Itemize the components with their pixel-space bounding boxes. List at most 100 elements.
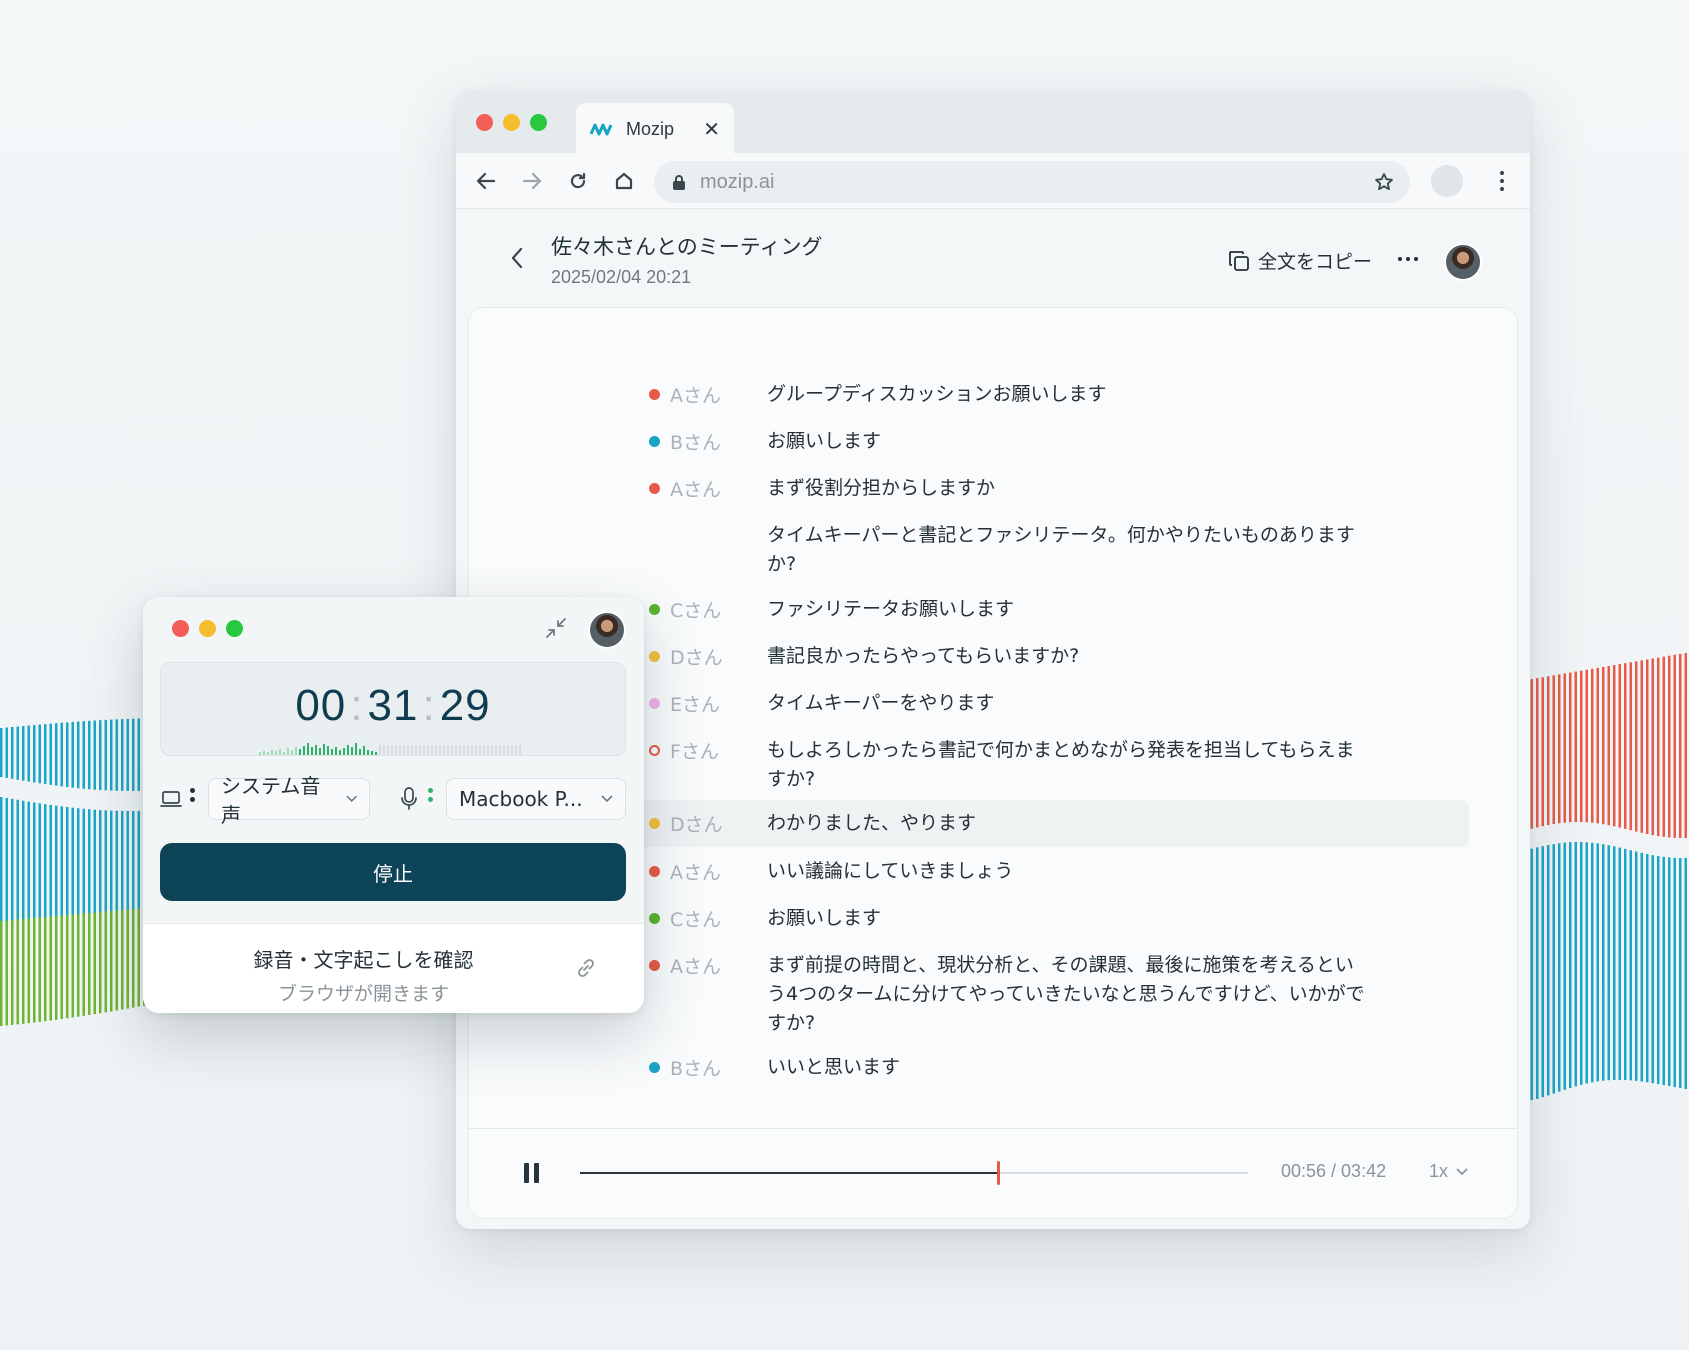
system-audio-select[interactable]: システム音声 [208, 774, 370, 827]
open-transcript-link[interactable]: 録音・文字起こしを確認 ブラウザが開きます [143, 923, 644, 1013]
wave-stripe [104, 911, 107, 1013]
mozip-logo-icon [590, 123, 613, 136]
reload-icon[interactable] [564, 167, 592, 195]
wave-stripe [1602, 666, 1605, 825]
copy-all-button[interactable]: 全文をコピー [1228, 247, 1372, 274]
utterance-text: タイムキーパーと書記とファシリテータ。何かやりたいものありますか? [767, 524, 1355, 575]
tab-mozip[interactable]: Mozip ✕ [576, 103, 734, 155]
playhead-handle[interactable] [996, 1161, 1000, 1185]
wave-stripe [77, 914, 80, 1017]
level-bar [383, 745, 385, 755]
wave-stripe [33, 790, 36, 799]
wave-stripe [93, 720, 96, 790]
wave-stripe [1547, 845, 1550, 1096]
wave-stripe [126, 718, 129, 791]
transcript-row[interactable]: Aさん まず前提の時間と、現状分析と、その課題、最後に施策を考えるという4つのター… [649, 951, 1389, 1038]
wave-stripe [110, 719, 113, 791]
chevron-down-icon [345, 795, 357, 803]
wave-stripe [1629, 662, 1632, 831]
back-arrow-icon[interactable] [472, 167, 500, 195]
transcript-row[interactable]: Bさん いいと思います [649, 1053, 1389, 1082]
wave-stripe [137, 718, 140, 791]
close-tab-icon[interactable]: ✕ [703, 117, 720, 142]
transcript-row[interactable]: Fさん もしよろしかったら書記で何かまとめながら発表を担当してもらえますか? [649, 736, 1389, 794]
wave-stripe [44, 724, 47, 785]
wave-stripe [132, 909, 135, 1008]
level-bar [463, 745, 465, 755]
transcript-row[interactable]: Aさん まず役割分担からしますか [649, 474, 1389, 503]
transcript-row[interactable]: タイムキーパーと書記とファシリテータ。何かやりたいものありますか? [649, 521, 1389, 579]
wave-stripe [1613, 665, 1616, 827]
transcript-row[interactable]: Eさん タイムキーパーをやります [649, 689, 1389, 718]
transcript-row[interactable]: Cさん ファシリテータお願いします [649, 595, 1389, 624]
level-bar [415, 745, 417, 755]
page-title: 佐々木さんとのミーティング [551, 235, 823, 259]
recorder-close-button[interactable] [172, 620, 189, 637]
level-bar [271, 750, 273, 755]
level-bar [503, 745, 505, 755]
transcript-row[interactable]: Cさん お願いします [649, 904, 1389, 933]
level-bar [471, 745, 473, 755]
level-bar [339, 750, 341, 755]
transcript-row[interactable]: Aさん いい議論にしていきましょう [649, 857, 1389, 886]
speaker-label: Cさん [649, 595, 767, 624]
wave-stripe [49, 723, 52, 785]
wave-stripe [1635, 661, 1638, 832]
wave-stripe [0, 728, 3, 777]
recorder-minimize-button[interactable] [199, 620, 216, 637]
user-avatar[interactable] [1444, 243, 1482, 281]
wave-stripe [1574, 842, 1577, 1087]
playback-progress-bar[interactable] [580, 1161, 1248, 1185]
wave-stripe [1651, 855, 1654, 1084]
address-bar[interactable]: mozip.ai [654, 161, 1410, 203]
stop-button[interactable]: 停止 [160, 843, 626, 901]
speaker-color-dot [649, 698, 660, 709]
wave-stripe [82, 913, 85, 1016]
close-window-button[interactable] [476, 114, 493, 131]
wave-stripe [115, 798, 118, 807]
audio-level-meter [259, 743, 521, 755]
level-bar [499, 745, 501, 755]
speaker-name: Aさん [670, 385, 721, 407]
transcript-row[interactable]: Bさん お願いします [649, 427, 1389, 456]
wave-stripe [1541, 677, 1544, 827]
recorder-user-avatar[interactable] [588, 611, 626, 649]
browser-profile-avatar[interactable] [1431, 165, 1463, 197]
wave-stripe [66, 795, 69, 804]
browser-menu-icon[interactable] [1494, 167, 1510, 195]
wave-stripe [16, 919, 19, 1025]
playback-speed-select[interactable]: 1x [1429, 1161, 1468, 1182]
wave-stripe [1640, 852, 1643, 1082]
wave-stripe [121, 910, 124, 1010]
wave-stripe [82, 721, 85, 789]
wave-stripe [1651, 658, 1654, 836]
link-icon[interactable] [574, 956, 598, 984]
maximize-window-button[interactable] [530, 114, 547, 131]
wave-stripe [1585, 842, 1588, 1084]
lock-icon [673, 174, 685, 190]
microphone-select[interactable]: Macbook P... [446, 778, 626, 820]
transcript-row[interactable]: Dさん 書記良かったらやってもらいますか? [649, 642, 1389, 671]
wave-stripe [27, 789, 30, 798]
utterance-text: 書記良かったらやってもらいますか? [767, 645, 1080, 667]
minimize-window-button[interactable] [503, 114, 520, 131]
wave-stripe [0, 785, 3, 793]
collapse-icon[interactable] [545, 617, 567, 643]
pause-button[interactable] [524, 1163, 539, 1183]
recording-timer: 00:31:29 [295, 681, 491, 730]
recording-timer-panel: 00:31:29 [160, 662, 626, 756]
wave-stripe [88, 913, 91, 1015]
level-bar [495, 745, 497, 755]
transcript-row[interactable]: Aさん グループディスカッションお願いします [649, 380, 1389, 409]
forward-arrow-icon[interactable] [518, 167, 546, 195]
more-options-icon[interactable] [1398, 257, 1418, 261]
back-chevron-icon[interactable] [510, 247, 524, 273]
speaker-color-dot [649, 913, 660, 924]
home-icon[interactable] [610, 167, 638, 195]
level-bar [379, 745, 381, 755]
timer-minutes: 31 [367, 681, 419, 730]
wave-stripe [77, 796, 80, 805]
bookmark-star-icon[interactable] [1374, 172, 1394, 192]
recorder-maximize-button[interactable] [226, 620, 243, 637]
transcript-row[interactable]: Dさん わかりました、やります [631, 800, 1469, 847]
